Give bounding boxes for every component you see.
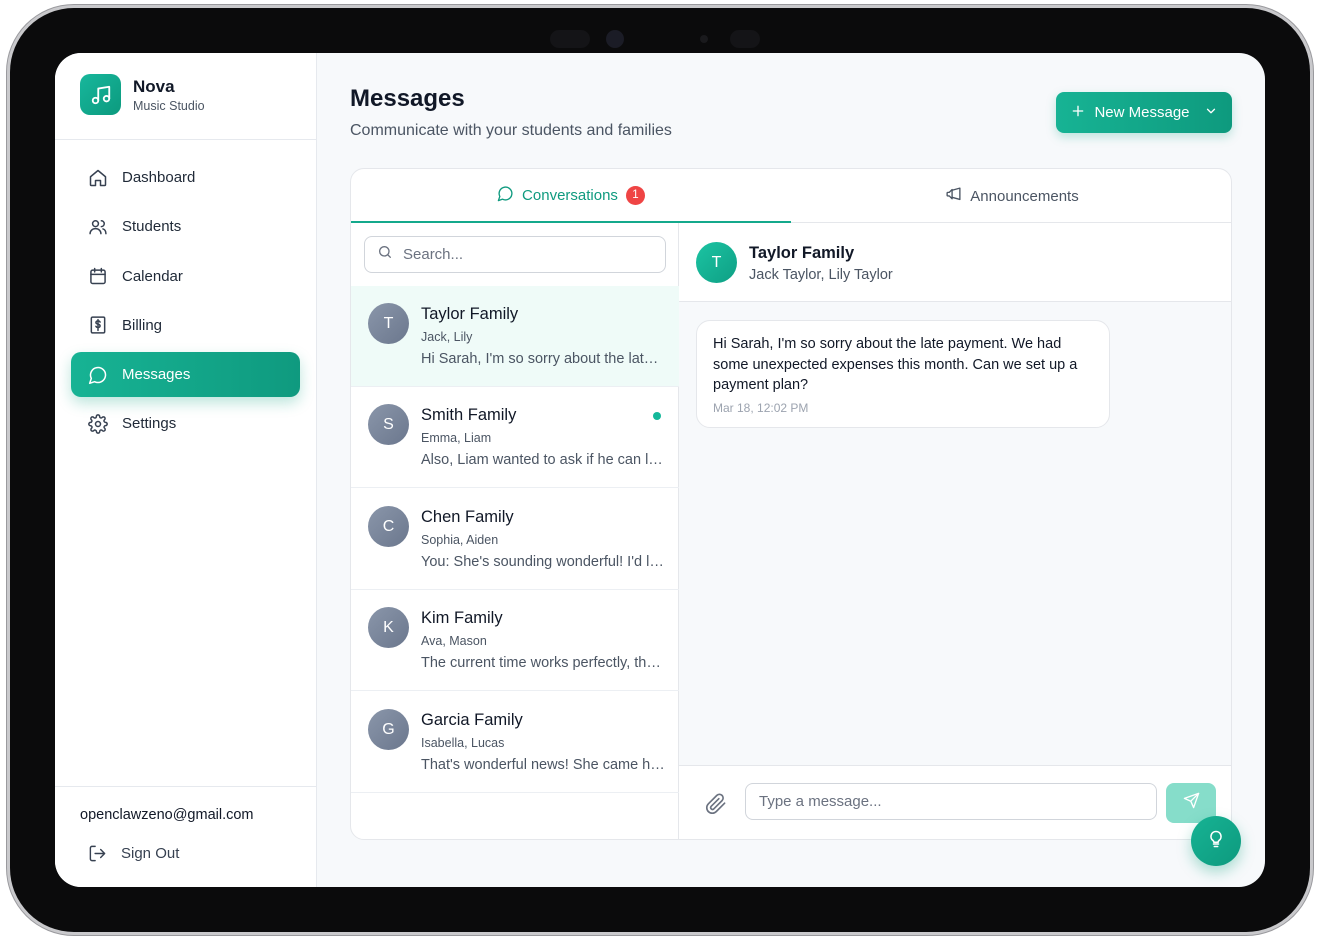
billing-icon [88,315,108,335]
unread-indicator [653,412,661,420]
conversation-item[interactable]: K Kim Family Ava, Mason The current time… [351,590,679,691]
conversation-members: Sophia, Aiden [421,533,499,547]
sidebar: Nova Music Studio Dashboard Students Cal… [55,53,317,887]
conversation-item[interactable]: T Taylor Family Jack, Lily Hi Sarah, I'm… [351,286,679,387]
gear-icon [88,414,108,434]
avatar: G [368,709,409,750]
tab-bar: Conversations 1 Announcements [351,169,1231,223]
conversation-item[interactable]: G Garcia Family Isabella, Lucas That's w… [351,692,679,793]
message-timestamp: Mar 18, 12:02 PM [713,400,809,415]
message-icon [88,365,108,385]
messages-panel: Conversations 1 Announcements Search... … [350,168,1232,840]
chat-members: Jack Taylor, Lily Taylor [749,267,893,283]
conversation-item[interactable]: C Chen Family Sophia, Aiden You: She's s… [351,489,679,590]
sidebar-item-messages[interactable]: Messages [71,352,300,398]
tab-label: Conversations [522,186,618,204]
conversation-name: Chen Family [421,508,514,526]
tab-conversations[interactable]: Conversations 1 [351,169,791,223]
music-note-icon [80,74,121,115]
users-icon [88,217,108,237]
megaphone-icon [945,186,962,207]
conversation-members: Emma, Liam [421,431,492,445]
plus-icon [1070,103,1086,123]
sidebar-item-students[interactable]: Students [71,204,300,249]
conversation-preview: You: She's sounding wonderful! I'd love … [421,554,665,570]
avatar: K [368,607,409,648]
conversation-name: Kim Family [421,609,503,627]
conversation-name: Smith Family [421,406,517,424]
message-input[interactable] [745,783,1157,820]
tips-button[interactable] [1191,816,1241,866]
sidebar-nav: Dashboard Students Calendar Billing Mess… [71,155,300,451]
conversation-list: T Taylor Family Jack, Lily Hi Sarah, I'm… [351,223,679,839]
conversation-name: Taylor Family [421,305,519,323]
avatar: T [696,242,737,283]
avatar: T [368,303,409,344]
camera-housing [550,30,590,48]
tab-announcements[interactable]: Announcements [791,169,1231,223]
chat-pane: T Taylor Family Jack Taylor, Lily Taylor… [679,223,1231,839]
chat-header: T Taylor Family Jack Taylor, Lily Taylor [679,223,1231,302]
sign-out-icon [87,843,107,863]
conversation-preview: Hi Sarah, I'm so sorry about the late pa… [421,351,665,367]
message-text: Hi Sarah, I'm so sorry about the late pa… [713,336,1078,393]
avatar: S [368,404,409,445]
search-box[interactable] [364,236,666,273]
conversation-members: Ava, Mason [421,634,487,648]
brand-subtitle: Music Studio [133,99,205,113]
proximity-sensor [730,30,760,48]
sidebar-footer: openclawzeno@gmail.com Sign Out [55,786,317,887]
app-screen: Nova Music Studio Dashboard Students Cal… [55,53,1265,887]
message-composer [679,765,1231,839]
new-message-button[interactable]: New Message [1056,92,1232,133]
sign-out-button[interactable]: Sign Out [87,843,179,863]
search-icon [377,244,393,265]
sidebar-item-label: Messages [122,366,191,384]
page-subtitle: Communicate with your students and famil… [350,122,672,139]
message-bubble: Hi Sarah, I'm so sorry about the late pa… [696,320,1110,428]
avatar: C [368,506,409,547]
sidebar-item-label: Billing [122,316,163,334]
sidebar-item-settings[interactable]: Settings [71,401,300,446]
main-content: Messages Communicate with your students … [318,53,1265,887]
chat-title: Taylor Family [749,244,855,262]
conversation-members: Jack, Lily [421,330,473,344]
sign-out-label: Sign Out [121,844,180,862]
unread-count-badge: 1 [625,185,645,205]
chat-bubble-icon [497,185,514,206]
calendar-icon [88,266,108,286]
sidebar-item-label: Calendar [122,267,183,285]
sidebar-item-calendar[interactable]: Calendar [71,254,300,299]
brand-name: Nova [133,77,175,96]
conversation-preview: Also, Liam wanted to ask if he can learn… [421,452,665,468]
tab-label: Announcements [970,187,1079,205]
sidebar-item-label: Students [122,218,182,236]
brand-header: Nova Music Studio [55,53,317,140]
conversation-preview: The current time works perfectly, thank … [421,655,665,671]
send-icon [1183,792,1200,814]
sidebar-item-dashboard[interactable]: Dashboard [71,155,300,200]
new-message-label: New Message [1094,104,1190,121]
conversation-item[interactable]: S Smith Family Emma, Liam Also, Liam wan… [351,387,679,488]
chevron-down-icon [1204,104,1218,122]
search-input[interactable] [403,246,653,263]
page-title: Messages [350,85,465,112]
sidebar-item-billing[interactable]: Billing [71,303,300,348]
conversation-name: Garcia Family [421,711,523,729]
sidebar-item-label: Dashboard [122,169,196,186]
conversation-preview: That's wonderful news! She came home so … [421,757,665,773]
user-email: openclawzeno@gmail.com [80,807,254,823]
conversation-members: Isabella, Lucas [421,736,505,750]
paperclip-icon[interactable] [705,793,727,815]
home-icon [88,168,108,188]
front-camera [606,30,624,48]
ambient-sensor [700,35,708,43]
lightbulb-icon [1206,829,1226,854]
sidebar-item-label: Settings [122,415,177,433]
